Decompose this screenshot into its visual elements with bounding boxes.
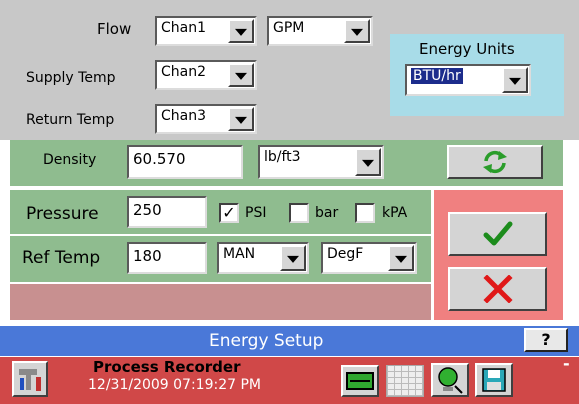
chevron-down-icon[interactable] [502,67,528,93]
energy-units-value: BTU/hr [410,67,464,85]
app-name: Process Recorder [93,358,241,376]
ok-button[interactable] [448,212,547,256]
kpa-checkbox[interactable] [355,203,375,223]
supply-temp-label: Supply Temp [26,70,116,86]
bar-checkbox[interactable] [289,203,309,223]
save-icon [482,368,506,392]
density-label: Density [43,152,97,168]
help-icon: ? [541,330,551,349]
ref-temp-unit-value: DegF [327,246,364,262]
ref-temp-mode-value: MAN [223,246,256,262]
chevron-down-icon[interactable] [388,245,414,271]
return-channel-select[interactable]: Chan3 [155,104,257,134]
ref-temp-mode-select[interactable]: MAN [217,242,309,274]
blank-band [10,284,431,320]
return-channel-value: Chan3 [161,108,207,124]
chevron-down-icon[interactable] [228,63,254,87]
supply-channel-select[interactable]: Chan2 [155,60,257,90]
tools-icon [19,369,41,391]
tools-button[interactable] [12,361,48,397]
chevron-down-icon[interactable] [280,245,306,271]
chevron-down-icon[interactable] [344,19,370,43]
kpa-label: kPA [382,205,408,221]
energy-units-label: Energy Units [419,40,515,58]
help-button[interactable]: ? [524,328,568,352]
checkmark-icon [483,221,513,246]
density-unit-select[interactable]: lb/ft3 [258,145,384,179]
refresh-button[interactable] [447,145,543,179]
density-unit-value: lb/ft3 [264,149,301,165]
chevron-down-icon[interactable] [228,107,254,131]
flow-unit-value: GPM [273,20,305,36]
flow-label: Flow [97,20,132,38]
page-title: Energy Setup [209,331,324,351]
refresh-icon [483,150,507,174]
close-icon [483,275,513,303]
alarm-button[interactable] [431,363,469,397]
cancel-button[interactable] [448,267,547,311]
psi-label: PSI [245,205,267,221]
chevron-down-icon[interactable] [228,19,254,43]
bar-label: bar [315,205,339,221]
chevron-down-icon[interactable] [355,148,381,176]
ref-temp-unit-select[interactable]: DegF [321,242,417,274]
save-button[interactable] [475,363,513,397]
ref-temp-input[interactable]: 180 [127,242,207,274]
flow-channel-select[interactable]: Chan1 [155,16,257,46]
flow-unit-select[interactable]: GPM [267,16,373,46]
flow-channel-value: Chan1 [161,20,207,36]
density-input[interactable]: 60.570 [127,145,243,179]
monitor-icon [346,372,374,390]
alarm-icon [438,367,463,394]
monitor-button[interactable] [341,365,379,397]
minimize-button[interactable]: - [563,354,570,373]
ref-temp-label: Ref Temp [22,248,101,268]
grid-icon[interactable] [386,365,424,397]
pressure-label: Pressure [26,204,99,224]
status-datetime: 12/31/2009 07:19:27 PM [88,377,261,393]
psi-checkbox[interactable]: ✓ [219,203,239,223]
pressure-input[interactable]: 250 [127,196,207,228]
supply-channel-value: Chan2 [161,64,207,80]
return-temp-label: Return Temp [26,112,115,128]
energy-units-select[interactable]: BTU/hr [405,64,531,96]
